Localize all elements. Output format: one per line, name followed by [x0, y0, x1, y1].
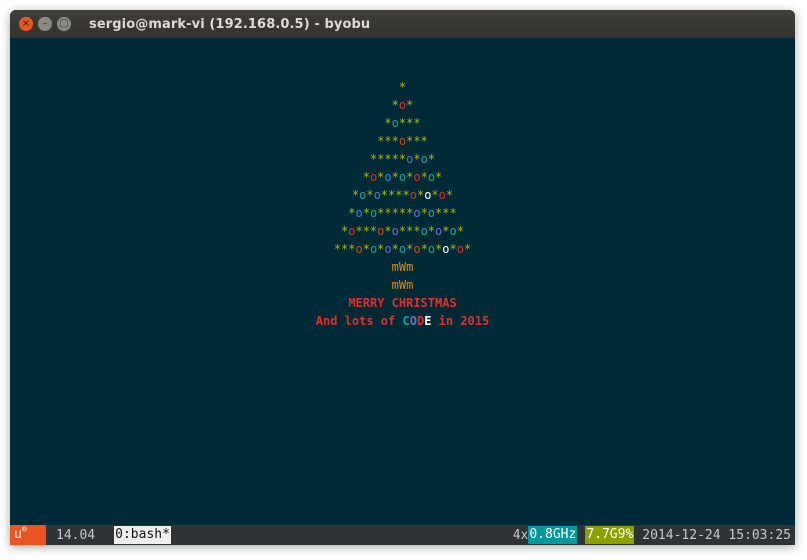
tree-stars: * [442, 224, 450, 238]
ornament: o [355, 242, 363, 256]
ornament: o [413, 242, 421, 256]
ornament: o [427, 206, 436, 220]
minimize-button[interactable]: – [38, 17, 52, 31]
tree-stars: * [362, 170, 370, 184]
subline-text: And lots of CODE in 2015 [316, 312, 489, 330]
ornament: o [449, 224, 457, 238]
ornament: o [420, 224, 428, 238]
ornament: o [391, 116, 399, 130]
close-icon: × [21, 18, 31, 29]
tree-stars: *** [377, 134, 399, 148]
tree-stars: ***** [369, 152, 407, 166]
minimize-icon: – [42, 18, 48, 29]
tree-stars: * [384, 116, 392, 130]
byobu-status-bar: u® 14.04 0:bash* 4x 0.8GHz 7.7G9% 2014-1… [10, 525, 795, 545]
tree-row: *o*o*o*o*o* [363, 168, 443, 186]
terminal-area[interactable]: * *o* *o*** ***o*** *****o*o* *o*o*o*o*o* *o*o… [10, 38, 795, 525]
tree-trunk-line: mWm [391, 278, 414, 292]
tree-stars: * [435, 170, 443, 184]
tree-row: ***o*** [377, 132, 428, 150]
tree-stars: * [391, 170, 399, 184]
tree-stars: **** [380, 188, 410, 202]
tree-stars: * [406, 98, 414, 112]
ornament: o [427, 242, 436, 256]
tree-stars: * [366, 188, 374, 202]
ornament: o [384, 242, 392, 256]
tree-stars: * [413, 152, 421, 166]
tree-stars: *** [435, 206, 457, 220]
tree-stars: *** [398, 224, 421, 238]
cpu-count: 4x [512, 527, 529, 543]
window-tab-bash[interactable]: 0:bash* [114, 526, 171, 544]
terminal-window: × – □ sergio@mark-vi (192.168.0.5) - byo… [10, 10, 795, 545]
tree-stars: * [384, 224, 392, 238]
tree-stars: * [463, 242, 472, 256]
tree-row: *o* [392, 96, 414, 114]
ornament: o [420, 152, 428, 166]
subline-segment: And lots of [315, 314, 403, 328]
tree-trunk-line: mWm [391, 260, 414, 274]
ornament: o [413, 170, 421, 184]
tree-stars: * [391, 98, 399, 112]
tree-stars: * [420, 242, 428, 256]
window-title: sergio@mark-vi (192.168.0.5) - byobu [89, 16, 371, 32]
tree-stars: * [445, 188, 454, 202]
cpu-frequency: 0.8GHz [528, 526, 578, 544]
tree-stars: * [431, 188, 439, 202]
tree-stars: *** [406, 134, 428, 148]
tree-stars: * [427, 224, 436, 238]
tree-stars: * [427, 152, 436, 166]
tree-row: *****o*o* [370, 150, 435, 168]
subline-segment: C [402, 314, 410, 328]
maximize-icon: □ [59, 18, 69, 29]
tree-row: * [399, 78, 406, 96]
tree-stars: * [420, 206, 428, 220]
christmas-tree: * *o* *o*** ***o*** *****o*o* *o*o*o*o*o* *o*o… [10, 78, 795, 330]
close-button[interactable]: × [19, 17, 33, 31]
date-time: 2014-12-24 15:03:25 [642, 527, 791, 543]
tree-stars: * [449, 242, 457, 256]
tree-stars: * [398, 80, 407, 94]
tree-row: *o***o*o***o*o*o* [341, 222, 464, 240]
tree-row: *o*o*****o*o*** [348, 204, 456, 222]
tree-stars: ***** [377, 206, 414, 220]
tree-stars: * [362, 206, 370, 220]
tree-stars: * [362, 242, 370, 256]
title-bar[interactable]: × – □ sergio@mark-vi (192.168.0.5) - byo… [10, 10, 795, 38]
tree-stars: * [420, 170, 428, 184]
ornament: o [355, 206, 363, 220]
tree-stars: *** [355, 224, 378, 238]
ornament: o [384, 170, 392, 184]
tree-row: *o*** [384, 114, 420, 132]
tree-row: *o*o****o*o*o* [352, 186, 453, 204]
tree-stars: * [348, 206, 356, 220]
tree-stars: *** [398, 116, 421, 130]
subline-segment: O [409, 314, 417, 328]
ornament: o [409, 188, 417, 202]
ornament: o [373, 188, 381, 202]
tree-rows: * *o* *o*** ***o*** *****o*o* *o*o*o*o*o* *o*o… [334, 78, 471, 258]
tree-stars: * [456, 224, 464, 238]
maximize-button[interactable]: □ [57, 17, 71, 31]
ornament: o [442, 242, 450, 256]
memory-usage: 7.7G9% [585, 526, 635, 544]
tree-row: ***o*o*o*o*o*o*o*o* [334, 240, 471, 258]
ornament: o [438, 188, 446, 202]
tree-stars: * [391, 242, 399, 256]
release-version: 14.04 [56, 527, 96, 543]
ornament: o [391, 224, 399, 238]
ornament: o [427, 170, 436, 184]
ornament: o [413, 206, 421, 220]
greeting-text: MERRY CHRISTMAS [348, 296, 457, 310]
ubuntu-logo-icon: u® [10, 525, 46, 545]
ornament: o [456, 242, 464, 256]
subline-segment: in 2015 [431, 314, 490, 328]
tree-stars: *** [333, 242, 356, 256]
